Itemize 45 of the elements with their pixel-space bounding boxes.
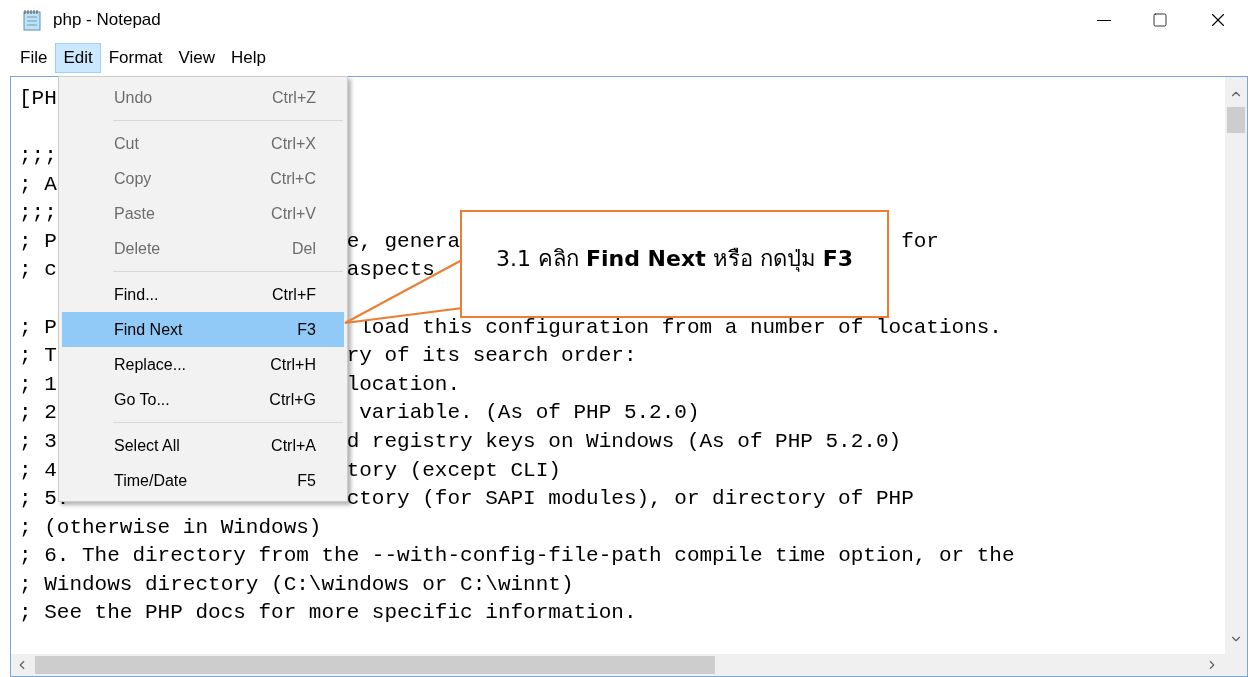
code-fragment: d registry keys on Windows (As of PHP 5.2.0)	[346, 430, 902, 452]
code-fragment: ry of its search order:	[346, 345, 637, 367]
menu-option[interactable]: Replace... Ctrl+H	[62, 347, 344, 382]
menu-option[interactable]: Select All Ctrl+A	[62, 428, 344, 463]
code-line: ; Windows directory (C:\windows or C:\winnt)	[19, 573, 574, 595]
code-fragment: [PH	[19, 87, 57, 109]
menu-option[interactable]: Find Next F3	[62, 312, 344, 347]
code-fragment: tory (except CLI)	[346, 459, 561, 481]
horizontal-scrollbar[interactable]	[11, 654, 1247, 676]
menu-item[interactable]: Edit	[55, 43, 101, 73]
code-fragment: ; P	[19, 316, 57, 338]
menu-item[interactable]: File	[12, 43, 56, 73]
menu-option[interactable]: Find... Ctrl+F	[62, 277, 344, 312]
scrollbar-thumb[interactable]	[1227, 107, 1245, 133]
code-fragment: ctory (for SAPI modules), or directory of PHP	[346, 488, 914, 510]
window-title: php - Notepad	[53, 9, 161, 32]
code-fragment: for	[901, 230, 939, 252]
minimize-icon	[1097, 19, 1111, 21]
code-fragment: ; P	[19, 230, 57, 252]
code-fragment: ; A	[19, 173, 57, 195]
menu-item[interactable]: View	[170, 43, 224, 73]
code-fragment: ;;;	[19, 202, 57, 224]
code-fragment: ; 2	[19, 402, 57, 424]
code-line: ; (otherwise in Windows)	[19, 516, 322, 538]
code-fragment: ; 3	[19, 430, 57, 452]
code-fragment: location.	[346, 373, 461, 395]
maximize-icon	[1152, 12, 1168, 28]
menu-item[interactable]: Format	[100, 43, 171, 73]
code-fragment: ; 1	[19, 373, 57, 395]
code-fragment: load this configuration from a number of locations.	[358, 316, 1002, 338]
code-fragment: ; T	[19, 345, 57, 367]
code-fragment: aspects	[346, 259, 435, 281]
menu-item[interactable]: Help	[223, 43, 275, 73]
scrollbar-thumb[interactable]	[35, 656, 715, 674]
code-fragment: ;;;	[19, 145, 57, 166]
code-fragment: ; c	[19, 259, 57, 281]
code-line: ; 6. The directory from the --with-config-file-path compile time option, or the	[19, 545, 1015, 567]
callout-text: 3.1 คลิก Find Next หรือ กดปุ่ม F3	[496, 245, 853, 274]
code-line: ; See the PHP docs for more specific information.	[19, 602, 637, 624]
code-fragment: variable. (As of PHP 5.2.0)	[358, 402, 700, 424]
vertical-scrollbar[interactable]	[1225, 77, 1247, 654]
code-fragment: e, genera	[346, 230, 461, 252]
code-fragment: ; 4	[19, 459, 57, 481]
notepad-icon	[21, 9, 43, 31]
menu-option[interactable]: Go To... Ctrl+G	[62, 382, 344, 417]
